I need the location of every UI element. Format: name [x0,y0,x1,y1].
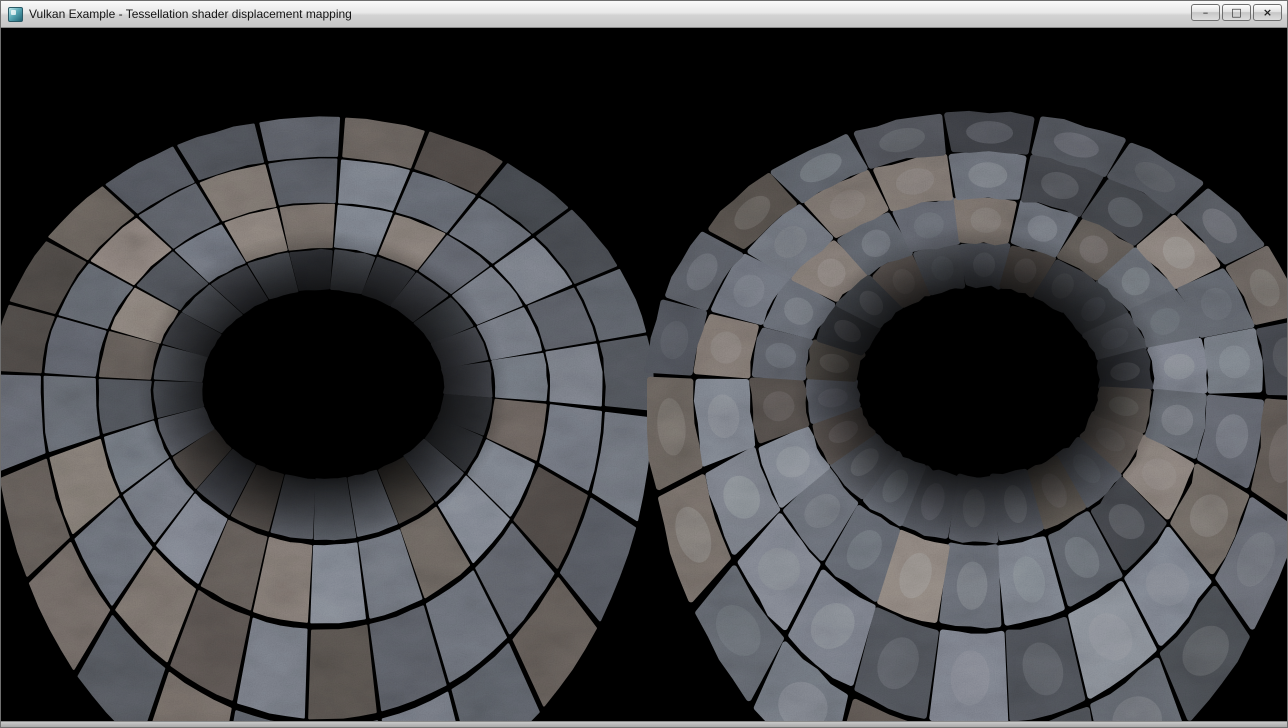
render-viewport [1,28,1287,721]
titlebar[interactable]: Vulkan Example - Tessellation shader dis… [1,1,1287,28]
close-button[interactable]: × [1253,4,1282,21]
app-icon [8,7,23,22]
minimize-button[interactable]: – [1191,4,1220,21]
film-grain-overlay [1,28,1287,721]
window-title: Vulkan Example - Tessellation shader dis… [29,7,352,21]
app-window: Vulkan Example - Tessellation shader dis… [0,0,1288,728]
vulkan-render-canvas[interactable] [1,28,1287,721]
window-bottom-border [1,721,1287,727]
window-controls: – □ × [1191,1,1282,21]
maximize-button[interactable]: □ [1222,4,1251,21]
